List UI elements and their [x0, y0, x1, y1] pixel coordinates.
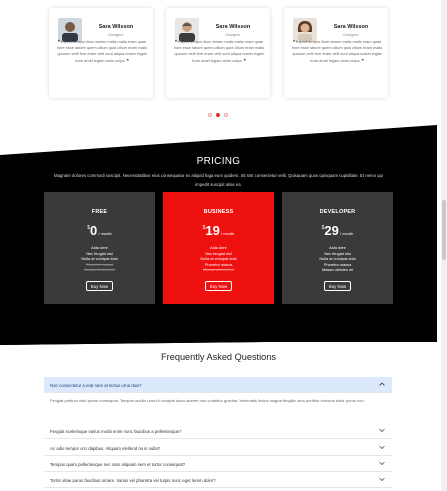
plan-feature-unavailable: Massa ultricies mi — [84, 267, 115, 273]
testimonial-name: Sara Wilsson — [98, 24, 134, 30]
faq-question: Feugiat scelerisque varius morbi enim nu… — [50, 429, 182, 434]
faq-item[interactable]: Tortor vitae purus faucibus ornare. Vari… — [44, 472, 392, 488]
chevron-up-icon — [379, 382, 385, 386]
quote-left-icon: ❝ — [57, 39, 60, 44]
carousel-pagination — [208, 112, 238, 118]
testimonial-card: Sara Wilsson Designer ❝ Export tempor il… — [166, 8, 270, 98]
chevron-down-icon — [379, 428, 385, 433]
quote-left-icon: ❝ — [174, 39, 177, 44]
chevron-down-icon — [379, 461, 385, 466]
price-period: / month — [338, 231, 354, 236]
testimonial-role: Designer — [225, 33, 241, 37]
price-period: / month — [219, 231, 235, 236]
testimonial-name: Sara Wilsson — [333, 24, 369, 30]
testimonial-quote-text: Export tempor illum tamen malis malis er… — [56, 39, 148, 63]
plan-feature: Massa ultricies mi — [322, 267, 353, 273]
page-scrollbar[interactable] — [441, 0, 447, 491]
scrollbar-thumb[interactable] — [442, 200, 446, 260]
pricing-card-developer: DEVELOPER $29 / month Aida dere Nec feug… — [282, 192, 393, 304]
plan-price: $29 / month — [282, 223, 393, 238]
pricing-title: PRICING — [196, 156, 241, 167]
testimonial-name: Sara Wilsson — [215, 24, 251, 30]
plan-price: $0 / month — [44, 223, 155, 238]
buy-now-button[interactable]: Buy Now — [205, 281, 232, 291]
pricing-description: Magnam dolores commodi suscipit. Necessi… — [54, 173, 383, 187]
faq-question: Tortor vitae purus faucibus ornare. Vari… — [50, 478, 216, 483]
testimonial-card: Sara Wilsson Designer ❝ Export tempor il… — [49, 8, 153, 98]
quote-left-icon: ❝ — [292, 39, 295, 44]
plan-feature-unavailable: Massa ultricies mi — [203, 267, 234, 273]
faq-item[interactable]: Tempus quam pellentesque nec nam aliquam… — [44, 456, 392, 472]
plan-name: DEVELOPER — [319, 209, 356, 215]
buy-now-button[interactable]: Buy Now — [86, 281, 113, 291]
quote-right-icon: ❞ — [361, 57, 364, 63]
faq-item-open[interactable]: Non consectetur a erat nam at lectus urn… — [44, 377, 392, 393]
quote-right-icon: ❞ — [126, 57, 129, 63]
carousel-dot[interactable] — [224, 113, 228, 117]
carousel-dot-active[interactable] — [216, 113, 220, 117]
faq-question: Tempus quam pellentesque nec nam aliquam… — [50, 462, 186, 467]
faq-question: Ac odio tempor orci dapibus. Aliquam ele… — [50, 446, 161, 451]
plan-price: $19 / month — [163, 223, 274, 238]
chevron-down-icon — [379, 477, 385, 482]
testimonial-quote-text: Export tempor illum tamen malis malis er… — [291, 39, 383, 63]
faq-item[interactable]: Feugiat scelerisque varius morbi enim nu… — [44, 423, 392, 439]
chevron-down-icon — [379, 445, 385, 450]
faq-answer: Feugiat pretium nibh ipsum consequat. Te… — [50, 398, 365, 403]
testimonial-quote: ❝ Export tempor illum tamen malis malis … — [290, 39, 384, 64]
testimonial-role: Designer — [343, 33, 359, 37]
testimonial-quote: ❝ Export tempor illum tamen malis malis … — [55, 39, 149, 64]
price-amount: 29 — [324, 223, 339, 238]
testimonial-quote: ❝ Export tempor illum tamen malis malis … — [172, 39, 266, 64]
faq-title: Frequently Asked Questions — [161, 352, 276, 362]
plan-features: Aida dere Nec feugiat nisl Nulla at volu… — [163, 245, 274, 273]
testimonial-quote-text: Export tempor illum tamen malis malis er… — [173, 39, 265, 63]
quote-right-icon: ❞ — [243, 57, 246, 63]
plan-features: Aida dere Nec feugiat nisl Nulla at volu… — [44, 245, 155, 273]
faq-item[interactable]: Ac odio tempor orci dapibus. Aliquam ele… — [44, 440, 392, 456]
faq-question: Non consectetur a erat nam at lectus urn… — [50, 383, 142, 388]
buy-now-button[interactable]: Buy Now — [324, 281, 351, 291]
plan-name: BUSINESS — [203, 209, 234, 215]
plan-features: Aida dere Nec feugiat nisl Nulla at volu… — [282, 245, 393, 273]
price-amount: 19 — [205, 223, 220, 238]
testimonial-card: Sara Wilsson Designer ❝ Export tempor il… — [284, 8, 388, 98]
plan-name: FREE — [91, 209, 108, 215]
testimonials-carousel[interactable]: Sara Wilsson Designer ❝ Export tempor il… — [0, 8, 447, 112]
pricing-card-free: FREE $0 / month Aida dere Nec feugiat ni… — [44, 192, 155, 304]
testimonial-role: Designer — [108, 33, 124, 37]
pricing-card-business: BUSINESS $19 / month Aida dere Nec feugi… — [163, 192, 274, 304]
currency-symbol: $ — [87, 225, 91, 231]
price-period: / month — [97, 231, 112, 236]
carousel-dot[interactable] — [208, 113, 212, 117]
page: Sara Wilsson Designer ❝ Export tempor il… — [0, 0, 447, 491]
